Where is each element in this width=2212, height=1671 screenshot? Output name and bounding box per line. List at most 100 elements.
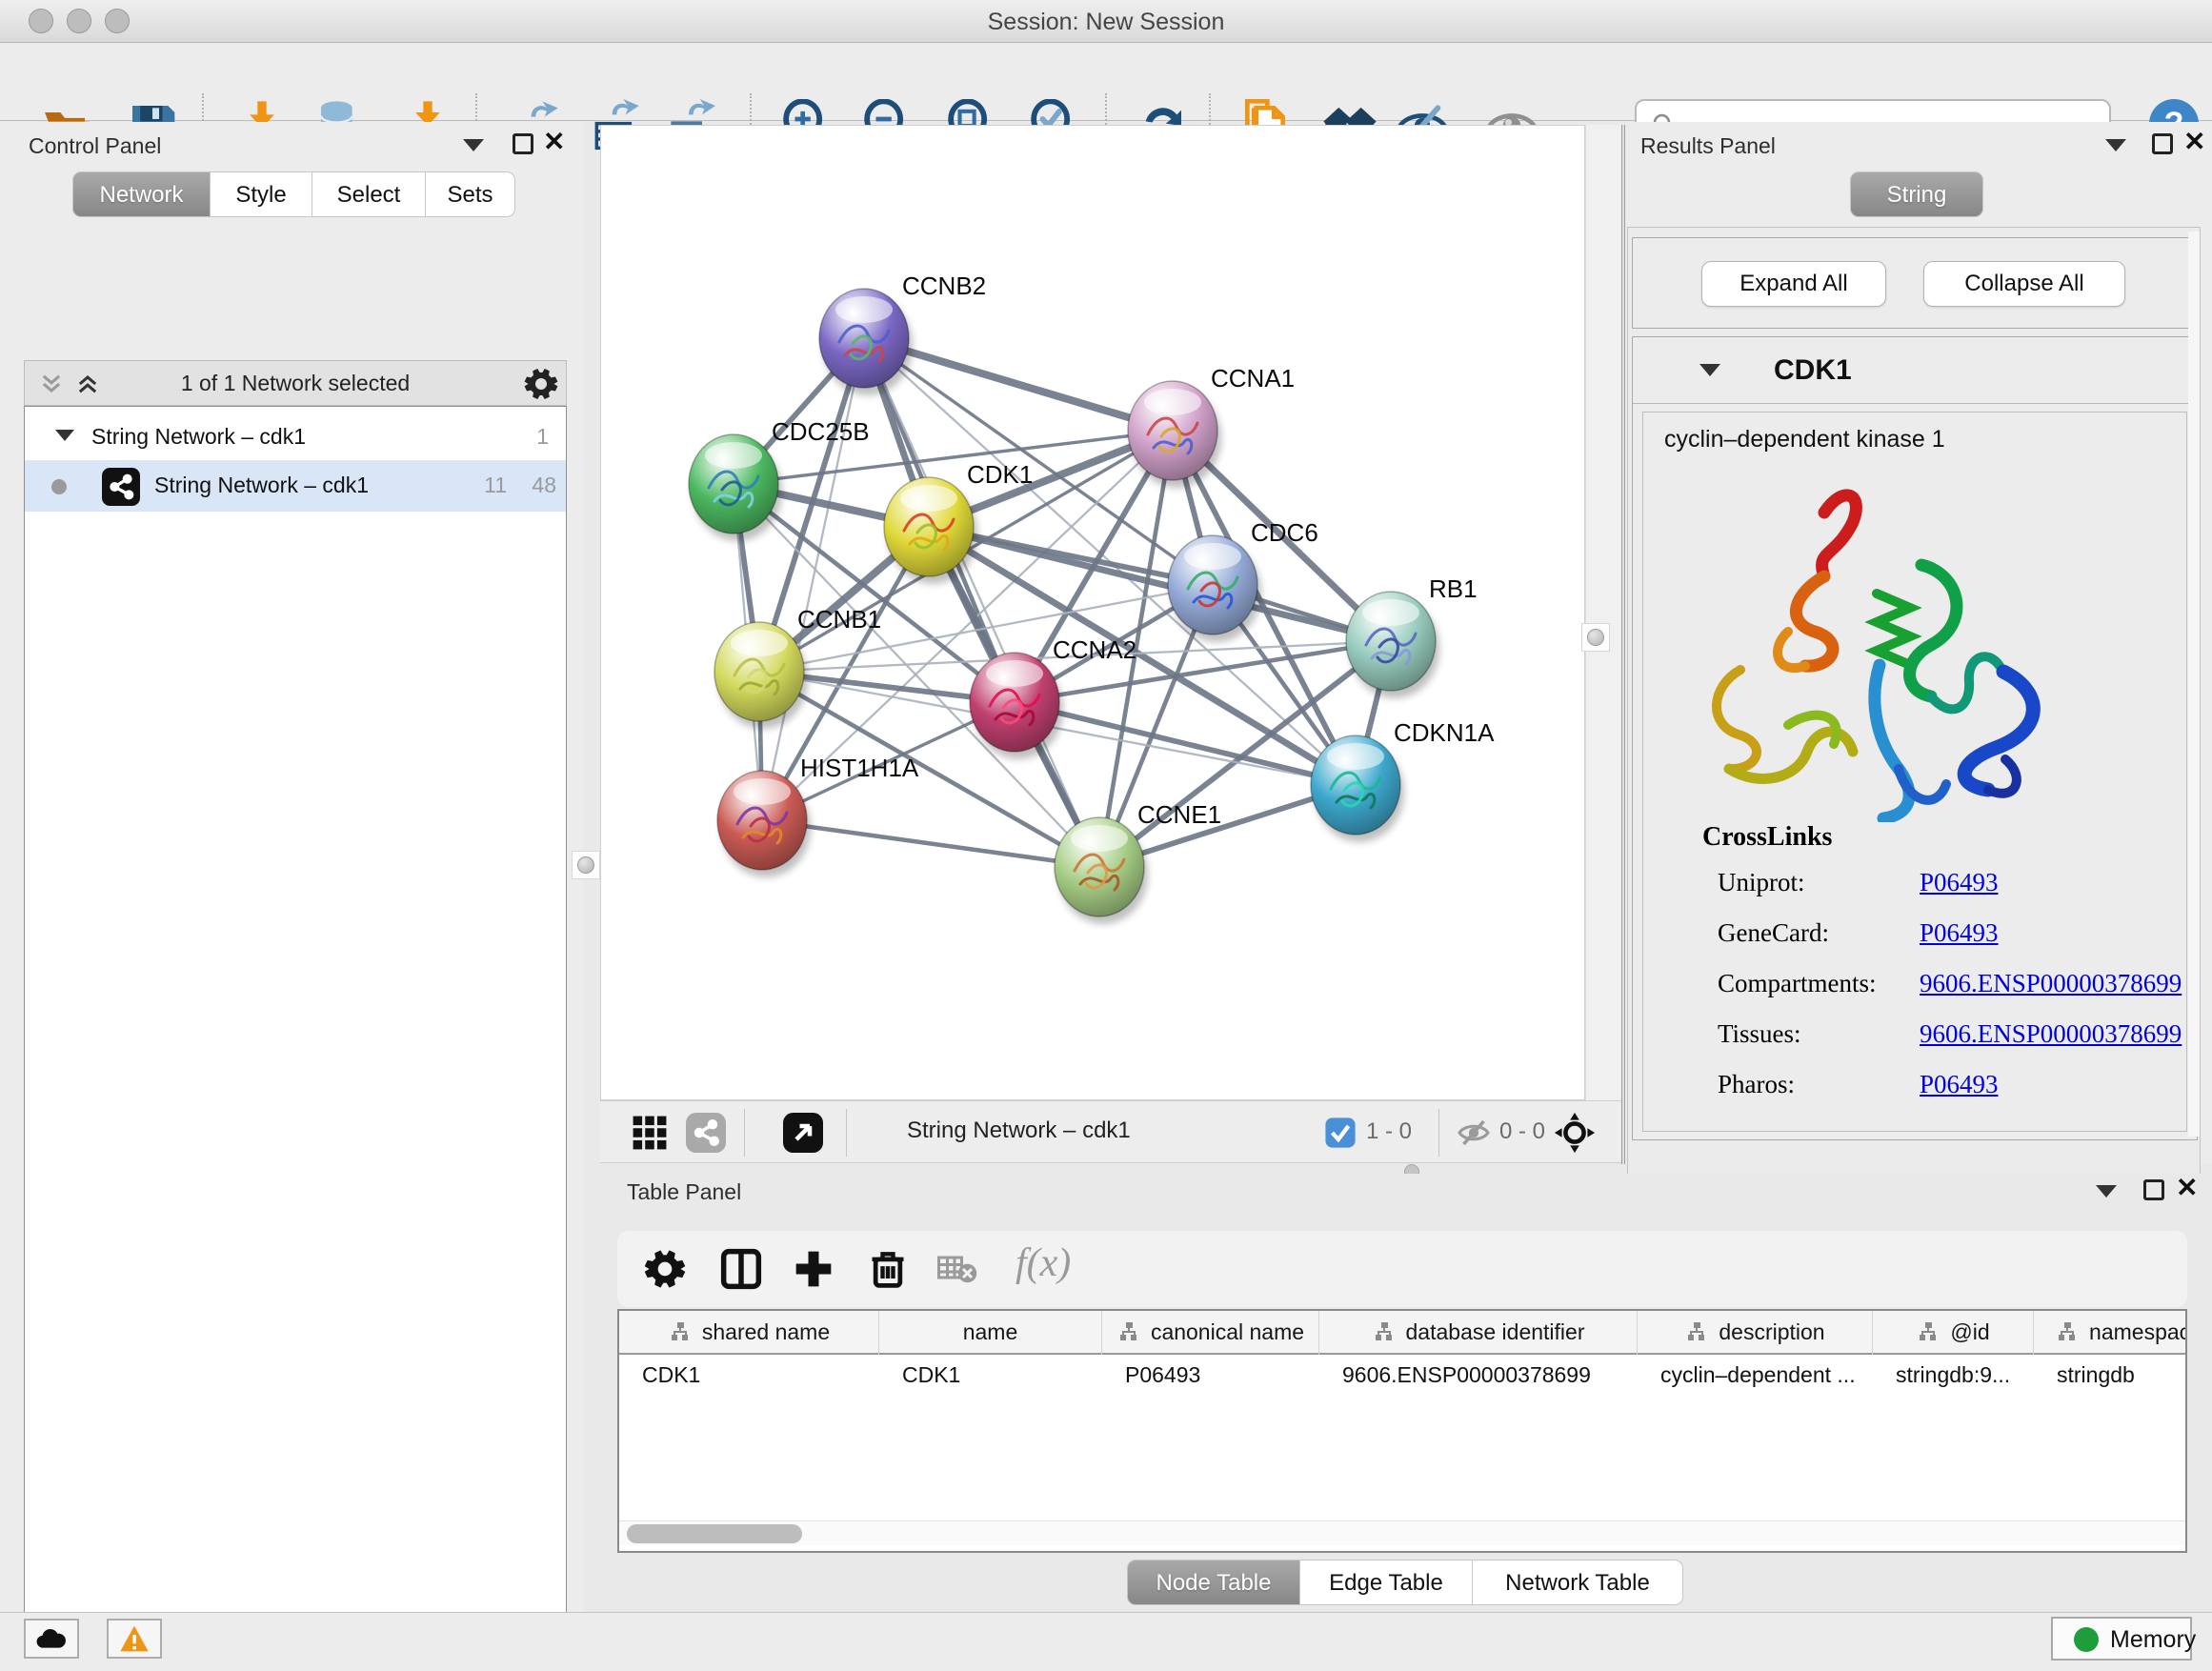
node-label-CCNB2: CCNB2 xyxy=(902,272,986,300)
collection-label: String Network – cdk1 xyxy=(91,424,306,450)
table-cell[interactable]: stringdb:9... xyxy=(1873,1355,2034,1395)
table-cell[interactable]: CDK1 xyxy=(879,1355,1102,1395)
tab-select[interactable]: Select xyxy=(312,171,426,217)
control-panel-menu-icon[interactable] xyxy=(463,139,484,151)
network-collection-row[interactable]: String Network – cdk1 1 xyxy=(25,414,566,460)
table-cell[interactable]: 9606.ENSP00000378699 xyxy=(1319,1355,1638,1395)
birds-eye-view-icon[interactable] xyxy=(783,1113,823,1153)
right-splitter-handle[interactable] xyxy=(1581,623,1610,652)
gene-section: CDK1 cyclin–dependent kinase 1 xyxy=(1632,336,2198,1140)
table-hscrollbar-thumb[interactable] xyxy=(627,1524,802,1543)
tab-edge-table[interactable]: Edge Table xyxy=(1300,1560,1473,1605)
control-panel-float-icon[interactable] xyxy=(513,133,533,154)
warning-icon xyxy=(119,1624,150,1653)
gene-disclosure-icon[interactable] xyxy=(1699,364,1720,376)
network-edge[interactable] xyxy=(762,820,1099,867)
node-label-CCNA2: CCNA2 xyxy=(1053,635,1136,664)
crosslink-compartments-link[interactable]: 9606.ENSP00000378699 xyxy=(1920,969,2182,998)
results-scrollbar-track[interactable] xyxy=(2188,232,2200,1137)
table-cell[interactable]: P06493 xyxy=(1102,1355,1319,1395)
table-panel-float-icon[interactable] xyxy=(2143,1179,2164,1200)
memory-button[interactable]: Memory xyxy=(2051,1617,2192,1661)
crosslink-row: Tissues:9606.ENSP00000378699 xyxy=(1718,1019,2175,1070)
column-header-namespace[interactable]: namespace xyxy=(2034,1311,2187,1355)
add-column-icon[interactable] xyxy=(793,1248,835,1290)
network-list: String Network – cdk1 1 String Network –… xyxy=(24,406,567,1671)
network-node-CDC25B[interactable]: CDC25B xyxy=(689,417,870,541)
crosslink-row: Uniprot: P06493 xyxy=(1718,868,2175,918)
network-row[interactable]: String Network – cdk1 11 48 xyxy=(25,460,566,512)
network-list-options-gear-icon[interactable] xyxy=(524,367,558,401)
results-panel-close-icon[interactable]: ✕ xyxy=(2183,131,2205,152)
selected-count: 1 - 0 xyxy=(1366,1118,1412,1145)
crosslink-tissues-link[interactable]: 9606.ENSP00000378699 xyxy=(1920,1019,2182,1049)
network-view-share-icon[interactable] xyxy=(686,1113,726,1153)
results-panel-menu-icon[interactable] xyxy=(2105,139,2126,151)
hidden-eye-slash-icon xyxy=(1456,1116,1492,1150)
selected-checkbox-icon[interactable] xyxy=(1324,1117,1357,1149)
results-panel-title: Results Panel xyxy=(1640,133,1776,159)
warnings-button[interactable] xyxy=(107,1619,162,1659)
collapse-all-button[interactable]: Collapse All xyxy=(1923,261,2125,307)
network-edge[interactable] xyxy=(929,527,1391,641)
column-header-name[interactable]: name xyxy=(879,1311,1102,1355)
table-panel-menu-icon[interactable] xyxy=(2096,1185,2117,1198)
table-hscrollbar[interactable] xyxy=(619,1520,2185,1545)
cloud-status-button[interactable] xyxy=(24,1619,79,1659)
fit-crosshair-icon[interactable] xyxy=(1553,1111,1597,1155)
network-node-RB1[interactable]: RB1 xyxy=(1346,574,1478,698)
separator xyxy=(846,1109,847,1157)
column-header-shared-name[interactable]: shared name xyxy=(619,1311,879,1355)
collection-disclosure-icon[interactable] xyxy=(55,430,74,441)
control-panel-title: Control Panel xyxy=(29,133,161,159)
column-header-description[interactable]: description xyxy=(1638,1311,1873,1355)
control-panel-close-icon[interactable]: ✕ xyxy=(543,131,565,152)
current-network-name: String Network – cdk1 xyxy=(907,1117,1131,1144)
network-edge[interactable] xyxy=(864,338,1099,867)
table-cell[interactable]: cyclin–dependent ... xyxy=(1638,1355,1873,1395)
left-splitter-handle[interactable] xyxy=(572,851,600,879)
tab-node-table[interactable]: Node Table xyxy=(1127,1560,1300,1605)
table-cell[interactable]: CDK1 xyxy=(619,1355,879,1395)
gene-section-header[interactable]: CDK1 xyxy=(1633,337,2197,404)
table-tabs: Node TableEdge TableNetwork Table xyxy=(1127,1560,1683,1605)
crosslink-uniprot-link[interactable]: P06493 xyxy=(1920,868,1999,897)
function-builder-icon: f(x) xyxy=(1016,1240,1071,1286)
network-type-icon xyxy=(101,468,141,506)
column-header-database-identifier[interactable]: database identifier xyxy=(1319,1311,1638,1355)
network-node-CCNE1[interactable]: CCNE1 xyxy=(1055,800,1221,924)
show-columns-icon[interactable] xyxy=(720,1248,762,1290)
delete-column-trash-icon[interactable] xyxy=(867,1246,909,1290)
network-node-CDK1[interactable]: CDK1 xyxy=(884,460,1033,584)
crosslink-row: Compartments:9606.ENSP00000378699 xyxy=(1718,969,2175,1019)
crosslink-row: GeneCard:P06493 xyxy=(1718,918,2175,969)
network-node-CCNA1[interactable]: CCNA1 xyxy=(1128,364,1295,488)
tab-network[interactable]: Network xyxy=(72,171,211,217)
table-options-gear-icon[interactable] xyxy=(644,1248,686,1290)
crosslink-genecard-link[interactable]: P06493 xyxy=(1920,918,1999,948)
column-header-id[interactable]: @id xyxy=(1873,1311,2034,1355)
tab-string[interactable]: String xyxy=(1850,171,1983,217)
grid-view-icon[interactable] xyxy=(631,1115,669,1151)
expand-all-button[interactable]: Expand All xyxy=(1701,261,1886,307)
tab-network-table[interactable]: Network Table xyxy=(1473,1560,1683,1605)
crosslink-label: Compartments: xyxy=(1718,969,1876,997)
crosslink-label: Pharos: xyxy=(1718,1070,1795,1098)
crosslink-pharos-link[interactable]: P06493 xyxy=(1920,1070,1999,1099)
cloud-icon xyxy=(35,1626,68,1651)
results-panel-float-icon[interactable] xyxy=(2152,133,2173,154)
column-header-canonical-name[interactable]: canonical name xyxy=(1102,1311,1319,1355)
collection-count: 1 xyxy=(501,424,549,450)
tab-style[interactable]: Style xyxy=(211,171,312,217)
network-node-CDKN1A[interactable]: CDKN1A xyxy=(1311,718,1495,842)
tab-sets[interactable]: Sets xyxy=(426,171,515,217)
table-row[interactable]: CDK1CDK1P064939606.ENSP00000378699cyclin… xyxy=(619,1355,2185,1395)
table-cell[interactable]: stringdb xyxy=(2034,1355,2187,1395)
network-node-HIST1H1A[interactable]: HIST1H1A xyxy=(717,754,919,877)
network-node-CCNB2[interactable]: CCNB2 xyxy=(819,272,986,395)
network-edge[interactable] xyxy=(762,338,864,820)
table-panel-close-icon[interactable]: ✕ xyxy=(2176,1178,2198,1198)
crosslink-label: Uniprot: xyxy=(1718,868,1805,896)
network-canvas[interactable]: CCNB2CCNA1CDC25BCDK1CDC6RB1CCNB1CCNA2CDK… xyxy=(600,125,1585,1100)
network-node-CDC6[interactable]: CDC6 xyxy=(1168,518,1318,642)
